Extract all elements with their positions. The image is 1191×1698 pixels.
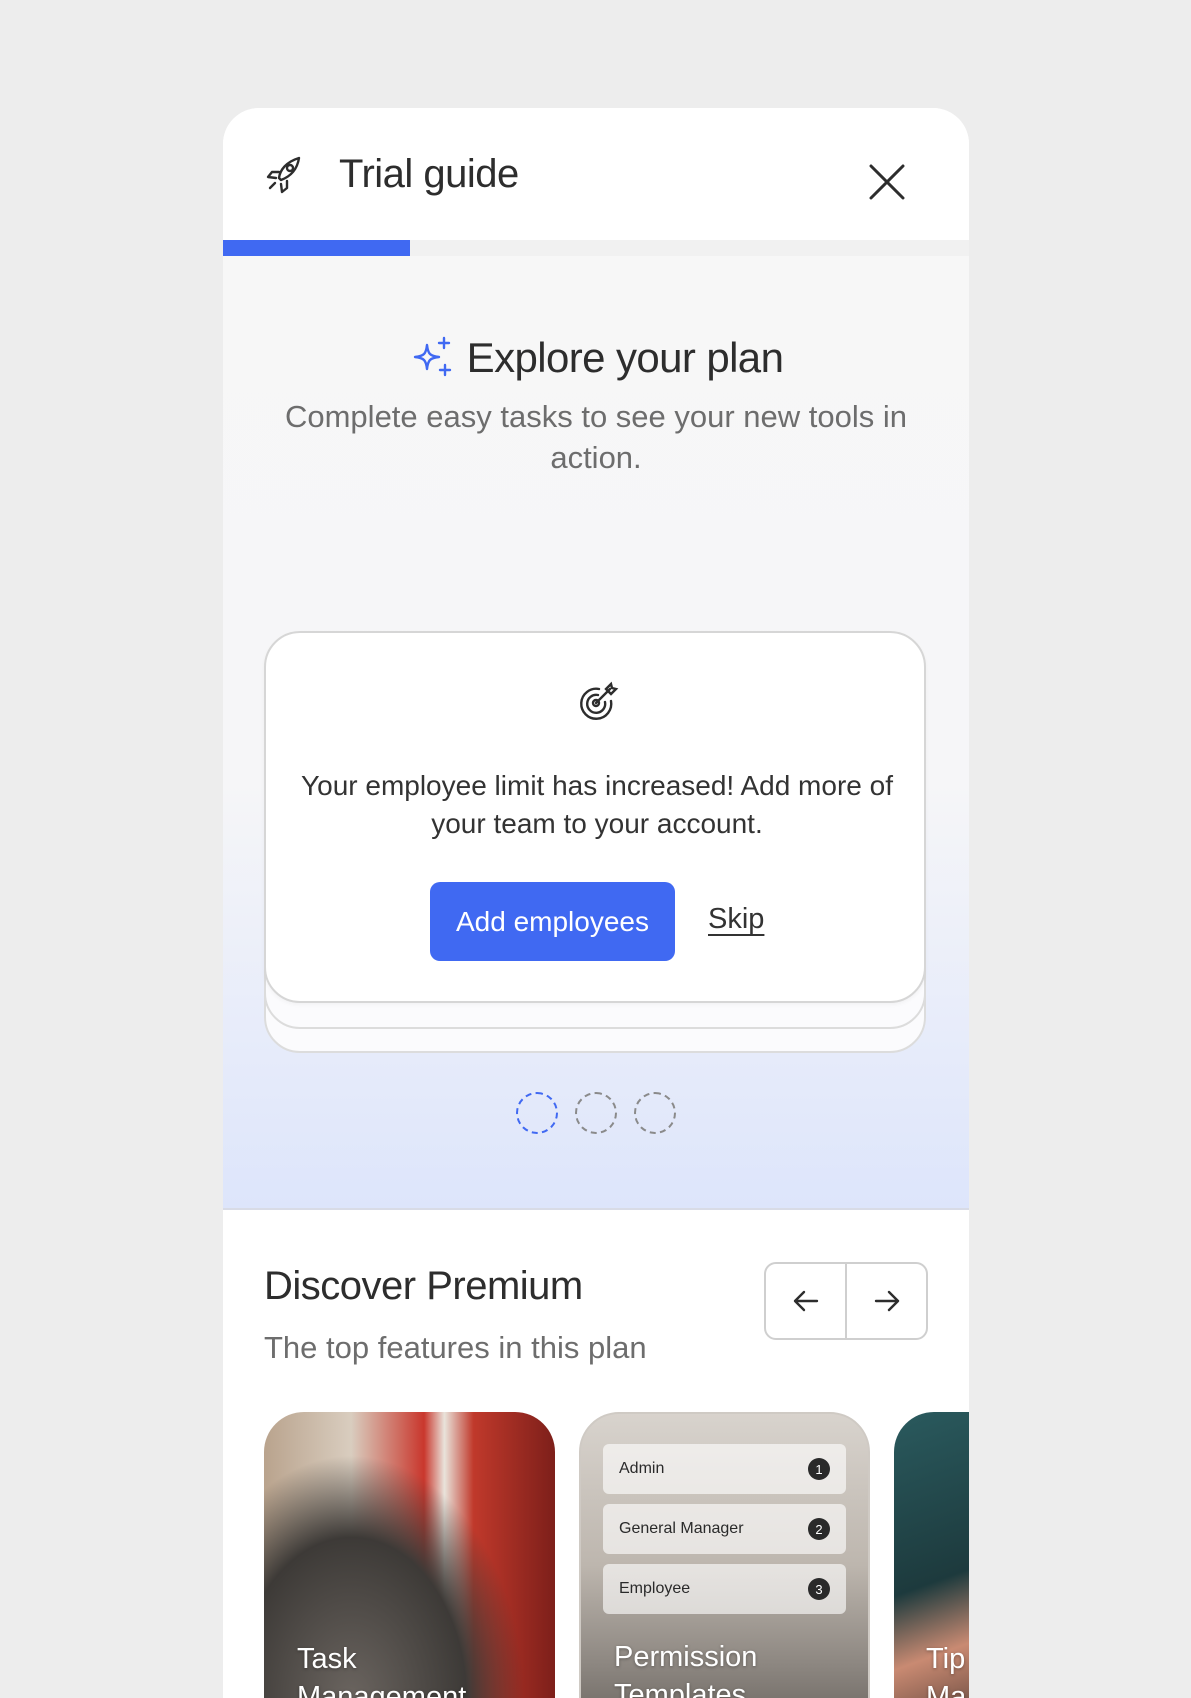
explore-section: Explore your plan Complete easy tasks to… — [223, 256, 969, 1210]
feature-label: Task Management — [297, 1640, 466, 1698]
task-card-stack: Your employee limit has increased! Add m… — [264, 631, 926, 1053]
role-rank-badge: 2 — [808, 1518, 830, 1540]
feature-card-tip-management[interactable]: Tip Ma — [894, 1412, 969, 1698]
arrow-right-icon — [874, 1290, 899, 1312]
task-description: Your employee limit has increased! Add m… — [301, 770, 893, 839]
skip-link[interactable]: Skip — [708, 903, 764, 936]
step-indicator — [223, 1092, 969, 1134]
arrow-left-icon — [793, 1290, 818, 1312]
role-name: General Manager — [619, 1520, 744, 1537]
role-row: Admin 1 — [603, 1444, 846, 1494]
feature-card-task-management[interactable]: Task Management — [264, 1412, 555, 1698]
role-rank-badge: 1 — [808, 1458, 830, 1480]
explore-heading: Explore your plan — [223, 330, 969, 386]
next-button[interactable] — [845, 1264, 926, 1338]
feature-label-line: Task — [297, 1643, 357, 1675]
step-dot-3[interactable] — [634, 1092, 676, 1134]
feature-label-line: Templates — [614, 1679, 747, 1698]
rocket-icon — [266, 156, 301, 194]
feature-label-line: Tip — [926, 1643, 966, 1675]
progress-fill — [223, 240, 410, 256]
role-row: Employee 3 — [603, 1564, 846, 1614]
feature-label-line: Management — [297, 1681, 467, 1698]
feature-label: Tip Ma — [926, 1640, 966, 1698]
role-name: Admin — [619, 1460, 665, 1477]
feature-label-line: Permission — [614, 1641, 758, 1673]
feature-label: Permission Templates — [614, 1638, 757, 1698]
step-dot-1[interactable] — [516, 1092, 558, 1134]
discover-title: Discover Premium — [264, 1264, 583, 1308]
previous-button[interactable] — [766, 1264, 845, 1338]
close-icon[interactable] — [863, 158, 911, 206]
sparkle-icon — [413, 336, 451, 377]
progress-bar — [223, 240, 969, 256]
panel-title: Trial guide — [339, 152, 519, 196]
carousel-nav — [764, 1262, 928, 1340]
add-employees-button[interactable]: Add employees — [430, 882, 675, 961]
explore-subtitle: Complete easy tasks to see your new tool… — [284, 399, 908, 475]
task-card: Your employee limit has increased! Add m… — [264, 631, 926, 1003]
discover-subtitle: The top features in this plan — [264, 1330, 647, 1365]
step-dot-2[interactable] — [575, 1092, 617, 1134]
feature-card-permission-templates[interactable]: Admin 1 General Manager 2 Employee 3 Per… — [579, 1412, 870, 1698]
feature-label-line: Ma — [926, 1681, 967, 1698]
role-row: General Manager 2 — [603, 1504, 846, 1554]
role-name: Employee — [619, 1580, 691, 1597]
discover-section: Discover Premium The top features in thi… — [223, 1212, 969, 1698]
target-icon — [580, 681, 619, 720]
panel-header: Trial guide — [223, 108, 969, 240]
explore-title: Explore your plan — [466, 334, 784, 381]
trial-guide-panel: Trial guide Explore your plan Complete e… — [223, 108, 969, 1698]
role-rank-badge: 3 — [808, 1578, 830, 1600]
